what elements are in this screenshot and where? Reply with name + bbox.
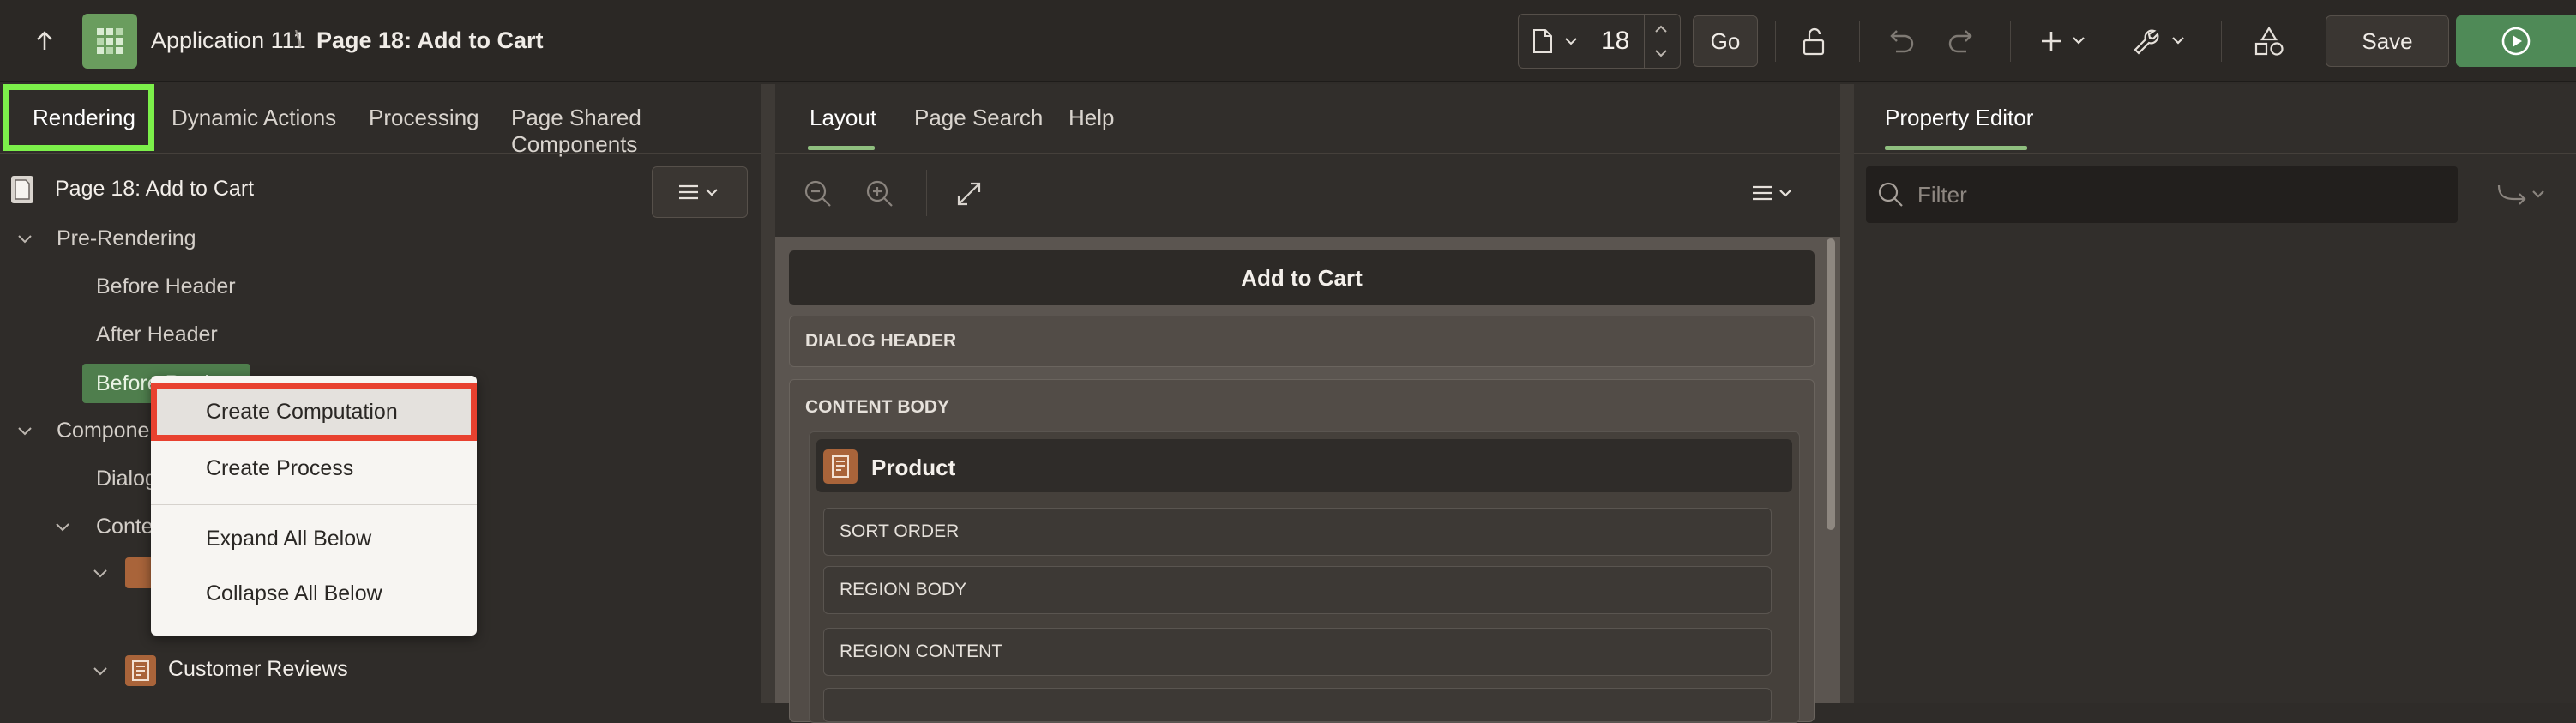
chevron-down-icon[interactable]: [91, 662, 110, 681]
active-tab-indicator: [1885, 146, 2027, 150]
dialog-title-bar[interactable]: Add to Cart: [789, 250, 1815, 305]
page-icon: [1532, 28, 1553, 54]
menu-item-create-process[interactable]: Create Process: [206, 456, 353, 481]
property-editor-panel: Property Editor: [1854, 84, 2576, 703]
menu-item-expand-all-below[interactable]: Expand All Below: [206, 527, 371, 551]
run-button[interactable]: [2456, 15, 2576, 67]
tab-page-shared-components[interactable]: Page Shared Components: [511, 105, 761, 158]
app-icon[interactable]: [82, 14, 137, 69]
tabs-divider: [775, 153, 1840, 154]
tree-node-customer-reviews[interactable]: Customer Reviews: [168, 657, 348, 682]
slot-label: DIALOG HEADER: [805, 331, 957, 351]
tab-processing[interactable]: Processing: [369, 105, 479, 131]
play-icon: [2501, 27, 2531, 56]
page-node-label[interactable]: Page 18: Add to Cart: [55, 177, 254, 202]
chevron-down-icon[interactable]: [15, 422, 34, 441]
menu-item-label: Create Computation: [206, 400, 398, 424]
lock-icon[interactable]: [1797, 24, 1832, 58]
menu-divider: [151, 504, 477, 505]
app-name-link[interactable]: Application 111: [151, 27, 306, 54]
rendering-panel: Rendering Dynamic Actions Processing Pag…: [0, 84, 761, 703]
toolbar-divider: [2010, 21, 2011, 62]
page-number-input[interactable]: 18: [1601, 27, 1629, 56]
toolbar-divider: [1859, 21, 1860, 62]
toolbar-divider: [1775, 21, 1776, 62]
create-menu-button[interactable]: [2036, 24, 2098, 58]
tab-rendering[interactable]: Rendering: [33, 105, 135, 131]
chevron-down-icon: [1563, 33, 1579, 49]
slot-next[interactable]: [823, 688, 1772, 722]
expand-icon[interactable]: [955, 180, 983, 208]
tree-node-after-header[interactable]: After Header: [96, 322, 218, 347]
stepper-down-icon[interactable]: [1652, 45, 1670, 61]
chevron-down-icon[interactable]: [53, 518, 72, 537]
filter-input[interactable]: [1917, 178, 2432, 211]
breadcrumb-separator: \: [295, 26, 302, 52]
tree-menu-button[interactable]: [652, 166, 748, 218]
hamburger-icon: [679, 184, 718, 200]
page-node-icon: [10, 175, 34, 204]
layout-panel: Layout Page Search Help Add to Cart DIAL…: [775, 84, 1840, 723]
slot-region-content[interactable]: REGION CONTENT: [823, 628, 1772, 676]
dialog-title: Add to Cart: [1241, 264, 1363, 291]
region-header: [816, 439, 1792, 492]
context-menu: Create Computation Create Process Expand…: [151, 376, 477, 636]
filter-field[interactable]: [1866, 166, 2458, 223]
slot-region-body[interactable]: REGION BODY: [823, 566, 1772, 614]
panel-splitter[interactable]: [1840, 84, 1854, 703]
chevron-down-icon[interactable]: [91, 564, 110, 583]
menu-item-collapse-all-below[interactable]: Collapse All Below: [206, 581, 382, 606]
slot-label: CONTENT BODY: [805, 397, 949, 417]
page-selector[interactable]: 18: [1518, 14, 1681, 69]
tab-page-search[interactable]: Page Search: [914, 105, 1043, 131]
active-tab-indicator: [808, 146, 875, 150]
go-to-group-icon[interactable]: [2495, 182, 2550, 208]
tree-node-pre-rendering[interactable]: Pre-Rendering: [57, 226, 196, 251]
top-toolbar: Application 111 \ Page 18: Add to Cart 1…: [0, 0, 2576, 82]
tab-property-editor[interactable]: Property Editor: [1885, 105, 2033, 131]
stepper-up-icon[interactable]: [1652, 21, 1670, 37]
shared-components-icon[interactable]: [2250, 22, 2288, 60]
save-button[interactable]: Save: [2326, 15, 2449, 67]
tabs-divider: [1854, 153, 2576, 154]
zoom-in-icon[interactable]: [864, 178, 895, 209]
dialog-header-slot[interactable]: DIALOG HEADER: [789, 316, 1815, 367]
redo-icon[interactable]: [1945, 24, 1979, 58]
tree-node-before-header[interactable]: Before Header: [96, 274, 236, 299]
region-icon: [823, 449, 858, 484]
canvas-scrollbar[interactable]: [1827, 238, 1835, 530]
search-icon: [1878, 182, 1903, 207]
up-arrow-icon[interactable]: [27, 24, 62, 58]
page-title: Page 18: Add to Cart: [316, 27, 544, 53]
go-button[interactable]: Go: [1693, 15, 1758, 67]
panel-splitter[interactable]: [761, 84, 775, 703]
stepper-divider: [1644, 15, 1645, 68]
region-title: Product: [871, 455, 956, 480]
undo-icon[interactable]: [1883, 24, 1917, 58]
wrench-icon[interactable]: [2128, 22, 2197, 60]
chevron-down-icon[interactable]: [15, 230, 34, 249]
slot-sort-order[interactable]: SORT ORDER: [823, 508, 1772, 556]
zoom-out-icon[interactable]: [803, 178, 834, 209]
tab-layout[interactable]: Layout: [810, 105, 876, 131]
region-icon: [125, 655, 156, 686]
layout-menu-icon[interactable]: [1748, 182, 1799, 204]
toolbar-divider: [926, 170, 927, 216]
tab-help[interactable]: Help: [1068, 105, 1114, 131]
toolbar-divider: [2221, 21, 2222, 62]
tab-dynamic-actions[interactable]: Dynamic Actions: [172, 105, 336, 131]
tabs-divider: [0, 153, 761, 154]
